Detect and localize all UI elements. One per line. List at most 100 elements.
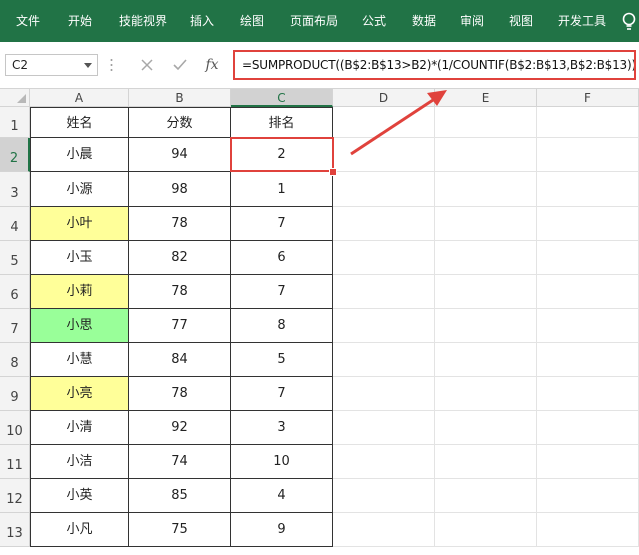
- row-header-8[interactable]: 8: [0, 343, 30, 377]
- empty-cell[interactable]: [537, 275, 639, 309]
- empty-cell[interactable]: [333, 138, 435, 172]
- row-header-9[interactable]: 9: [0, 377, 30, 411]
- tab-data[interactable]: 数据: [412, 0, 436, 42]
- rank-cell[interactable]: 7: [231, 377, 333, 411]
- empty-cell[interactable]: [537, 309, 639, 343]
- empty-cell[interactable]: [435, 107, 537, 138]
- rank-cell[interactable]: 7: [231, 207, 333, 241]
- name-cell[interactable]: 小亮: [30, 377, 129, 411]
- formula-input[interactable]: =SUMPRODUCT((B$2:B$13>B2)*(1/COUNTIF(B$2…: [233, 50, 636, 80]
- empty-cell[interactable]: [333, 411, 435, 445]
- lightbulb-icon[interactable]: [620, 11, 638, 31]
- rank-cell[interactable]: 3: [231, 411, 333, 445]
- name-cell[interactable]: 小清: [30, 411, 129, 445]
- empty-cell[interactable]: [333, 172, 435, 207]
- tab-view[interactable]: 视图: [509, 0, 533, 42]
- tab-page-layout[interactable]: 页面布局: [290, 0, 338, 42]
- row-header-7[interactable]: 7: [0, 309, 30, 343]
- rank-cell[interactable]: 9: [231, 513, 333, 547]
- column-header-d[interactable]: D: [333, 89, 435, 107]
- tab-insert[interactable]: 插入: [190, 0, 214, 42]
- empty-cell[interactable]: [333, 241, 435, 275]
- rank-cell[interactable]: 5: [231, 343, 333, 377]
- empty-cell[interactable]: [435, 138, 537, 172]
- tab-home[interactable]: 开始: [68, 0, 92, 42]
- empty-cell[interactable]: [537, 479, 639, 513]
- row-header-2[interactable]: 2: [0, 138, 30, 172]
- row-header-6[interactable]: 6: [0, 275, 30, 309]
- empty-cell[interactable]: [333, 513, 435, 547]
- row-header-3[interactable]: 3: [0, 172, 30, 207]
- name-cell[interactable]: 小玉: [30, 241, 129, 275]
- empty-cell[interactable]: [537, 377, 639, 411]
- empty-cell[interactable]: [333, 445, 435, 479]
- empty-cell[interactable]: [435, 275, 537, 309]
- empty-cell[interactable]: [333, 107, 435, 138]
- tab-skills[interactable]: 技能视界: [119, 0, 167, 42]
- rank-cell[interactable]: 4: [231, 479, 333, 513]
- name-cell[interactable]: 小思: [30, 309, 129, 343]
- column-header-e[interactable]: E: [435, 89, 537, 107]
- score-cell[interactable]: 92: [129, 411, 231, 445]
- rank-cell[interactable]: 10: [231, 445, 333, 479]
- score-cell[interactable]: 94: [129, 138, 231, 172]
- name-cell[interactable]: 小叶: [30, 207, 129, 241]
- score-cell[interactable]: 98: [129, 172, 231, 207]
- tab-file[interactable]: 文件: [16, 0, 40, 42]
- empty-cell[interactable]: [435, 479, 537, 513]
- score-cell[interactable]: 84: [129, 343, 231, 377]
- name-cell[interactable]: 小凡: [30, 513, 129, 547]
- empty-cell[interactable]: [333, 479, 435, 513]
- empty-cell[interactable]: [537, 343, 639, 377]
- header-cell-name[interactable]: 姓名: [30, 107, 129, 138]
- empty-cell[interactable]: [333, 207, 435, 241]
- name-cell[interactable]: 小英: [30, 479, 129, 513]
- score-cell[interactable]: 77: [129, 309, 231, 343]
- chevron-down-icon[interactable]: [84, 63, 92, 68]
- row-header-11[interactable]: 11: [0, 445, 30, 479]
- empty-cell[interactable]: [435, 377, 537, 411]
- empty-cell[interactable]: [537, 241, 639, 275]
- empty-cell[interactable]: [435, 343, 537, 377]
- score-cell[interactable]: 74: [129, 445, 231, 479]
- row-header-12[interactable]: 12: [0, 479, 30, 513]
- empty-cell[interactable]: [537, 513, 639, 547]
- empty-cell[interactable]: [333, 275, 435, 309]
- rank-cell[interactable]: 7: [231, 275, 333, 309]
- empty-cell[interactable]: [537, 107, 639, 138]
- cancel-icon[interactable]: [138, 56, 156, 74]
- empty-cell[interactable]: [435, 309, 537, 343]
- row-header-1[interactable]: 1: [0, 107, 30, 138]
- empty-cell[interactable]: [435, 241, 537, 275]
- name-cell[interactable]: 小晨: [30, 138, 129, 172]
- column-header-b[interactable]: B: [129, 89, 231, 107]
- select-all-button[interactable]: [0, 89, 30, 107]
- row-header-13[interactable]: 13: [0, 513, 30, 547]
- empty-cell[interactable]: [537, 138, 639, 172]
- header-cell-rank[interactable]: 排名: [231, 107, 333, 138]
- column-header-f[interactable]: F: [537, 89, 639, 107]
- score-cell[interactable]: 78: [129, 207, 231, 241]
- empty-cell[interactable]: [537, 172, 639, 207]
- empty-cell[interactable]: [435, 445, 537, 479]
- empty-cell[interactable]: [435, 411, 537, 445]
- empty-cell[interactable]: [435, 513, 537, 547]
- check-icon[interactable]: [171, 56, 189, 74]
- header-cell-score[interactable]: 分数: [129, 107, 231, 138]
- empty-cell[interactable]: [333, 343, 435, 377]
- rank-cell[interactable]: 6: [231, 241, 333, 275]
- tab-draw[interactable]: 绘图: [240, 0, 264, 42]
- empty-cell[interactable]: [333, 377, 435, 411]
- score-cell[interactable]: 82: [129, 241, 231, 275]
- score-cell[interactable]: 75: [129, 513, 231, 547]
- column-header-a[interactable]: A: [30, 89, 129, 107]
- tab-developer[interactable]: 开发工具: [558, 0, 606, 42]
- empty-cell[interactable]: [435, 207, 537, 241]
- name-cell[interactable]: 小莉: [30, 275, 129, 309]
- tab-review[interactable]: 审阅: [460, 0, 484, 42]
- row-header-5[interactable]: 5: [0, 241, 30, 275]
- rank-cell[interactable]: 1: [231, 172, 333, 207]
- empty-cell[interactable]: [537, 207, 639, 241]
- name-cell[interactable]: 小源: [30, 172, 129, 207]
- tab-formulas[interactable]: 公式: [362, 0, 386, 42]
